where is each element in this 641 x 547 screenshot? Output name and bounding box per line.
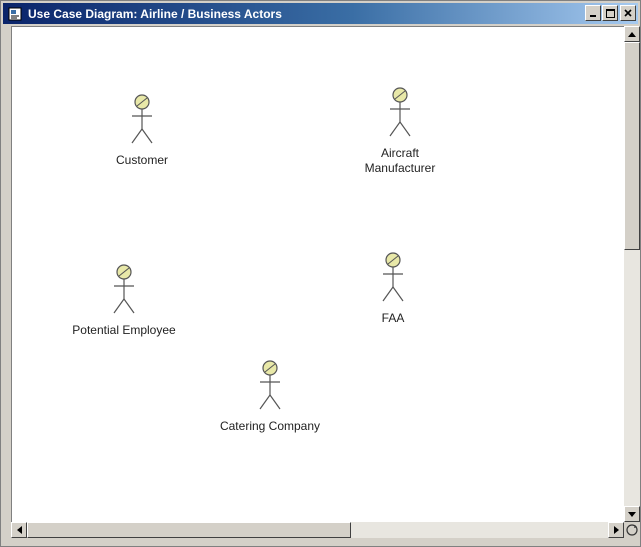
horizontal-scroll-thumb[interactable] xyxy=(27,522,351,538)
minimize-icon xyxy=(590,15,596,17)
actor-customer[interactable]: Customer xyxy=(105,93,179,168)
vertical-scrollbar[interactable] xyxy=(624,26,640,522)
actor-icon xyxy=(131,94,153,144)
maximize-icon xyxy=(605,8,615,18)
arrow-right-icon xyxy=(613,526,619,534)
window-controls xyxy=(585,5,636,21)
maximize-button[interactable] xyxy=(602,5,618,21)
actor-icon xyxy=(259,360,281,410)
actor-icon xyxy=(382,252,404,302)
actor-label: FAA xyxy=(381,311,405,325)
arrow-up-icon xyxy=(628,31,636,37)
diagram-canvas[interactable]: Customer Aircraft Manufacturer Potential… xyxy=(11,26,625,523)
close-icon xyxy=(624,9,632,17)
actor-label: Potential Employee xyxy=(72,323,176,337)
scroll-right-button[interactable] xyxy=(608,522,624,538)
vertical-scroll-thumb[interactable] xyxy=(624,42,640,250)
scroll-down-button[interactable] xyxy=(624,506,640,522)
actor-catering-company[interactable]: Catering Company xyxy=(200,359,340,434)
arrow-down-icon xyxy=(628,511,636,517)
title-bar[interactable]: Use Case Diagram: Airline / Business Act… xyxy=(3,3,638,24)
actor-label: Customer xyxy=(115,153,168,167)
scroll-up-button[interactable] xyxy=(624,26,640,42)
close-button[interactable] xyxy=(620,5,636,21)
document-icon xyxy=(8,7,22,20)
horizontal-scrollbar[interactable] xyxy=(11,522,624,538)
actor-faa[interactable]: FAA xyxy=(363,251,423,326)
refresh-icon xyxy=(626,524,638,536)
actor-label: Aircraft Manufacturer xyxy=(364,146,436,175)
scrollbar-corner xyxy=(624,522,640,538)
actor-aircraft-manufacturer[interactable]: Aircraft Manufacturer xyxy=(355,86,445,176)
arrow-left-icon xyxy=(16,526,22,534)
minimize-button[interactable] xyxy=(585,5,601,21)
actor-icon xyxy=(113,264,135,314)
actor-icon xyxy=(389,87,411,137)
actor-potential-employee[interactable]: Potential Employee xyxy=(54,263,194,338)
diagram-window: Use Case Diagram: Airline / Business Act… xyxy=(0,0,641,547)
window-title: Use Case Diagram: Airline / Business Act… xyxy=(28,6,282,21)
scroll-left-button[interactable] xyxy=(11,522,27,538)
actor-label: Catering Company xyxy=(219,419,321,433)
